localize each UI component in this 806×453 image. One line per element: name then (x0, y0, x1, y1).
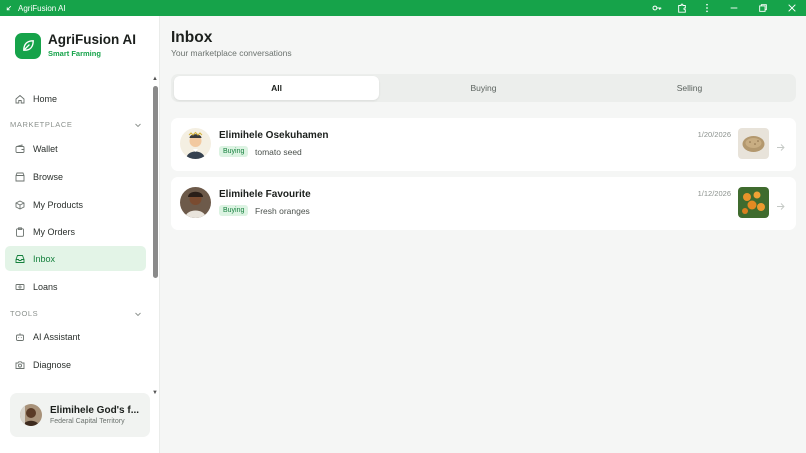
chevron-down-icon (134, 121, 142, 129)
scroll-thumb[interactable] (152, 86, 158, 278)
sidebar: AgriFusion AI Smart Farming Home MARKETP… (0, 16, 160, 453)
inbox-icon (15, 254, 25, 264)
section-heading: MARKETPLACE (10, 120, 73, 129)
section-marketplace[interactable]: MARKETPLACE (10, 120, 142, 129)
sidebar-item-inbox[interactable]: Inbox (5, 246, 146, 271)
avatar (180, 187, 211, 218)
product-name: tomato seed (255, 147, 302, 157)
sidebar-item-browse[interactable]: Browse (5, 164, 146, 189)
sidebar-item-loans[interactable]: Loans (5, 274, 146, 299)
page-subtitle: Your marketplace conversations (171, 48, 292, 58)
back-icon[interactable] (5, 4, 13, 13)
sidebar-item-my-products[interactable]: My Products (5, 192, 146, 217)
tab-selling[interactable]: Selling (587, 76, 792, 100)
sidebar-item-label: My Orders (33, 226, 76, 237)
sidebar-item-home[interactable]: Home (5, 86, 146, 111)
user-profile-card[interactable]: Elimihele God's f... Federal Capital Ter… (10, 393, 150, 437)
sidebar-item-label: Browse (33, 171, 64, 182)
minimize-icon[interactable] (719, 0, 748, 16)
brand[interactable]: AgriFusion AI Smart Farming (15, 32, 136, 59)
restore-icon[interactable] (748, 0, 777, 16)
sidebar-item-label: Home (33, 93, 58, 104)
sidebar-item-my-orders[interactable]: My Orders (5, 219, 146, 244)
sidebar-item-label: AI Assistant (33, 331, 81, 342)
title-bar: AgriFusion AI (0, 0, 806, 16)
conversation-item[interactable]: Elimihele Osekuhamen Buying tomato seed … (171, 118, 796, 171)
tab-bar: All Buying Selling (171, 74, 796, 102)
banknote-icon (15, 282, 25, 292)
sidebar-item-label: My Products (33, 199, 84, 210)
sidebar-item-ai-assistant[interactable]: AI Assistant (5, 324, 146, 349)
more-vertical-icon[interactable] (694, 0, 719, 16)
section-heading: TOOLS (10, 309, 39, 318)
camera-icon (15, 360, 25, 370)
conversation-item[interactable]: Elimihele Favourite Buying Fresh oranges… (171, 177, 796, 230)
contact-name: Elimihele Favourite (219, 189, 311, 200)
sidebar-item-label: Inbox (33, 253, 56, 264)
user-location: Federal Capital Territory (50, 418, 125, 425)
message-date: 1/20/2026 (697, 130, 731, 139)
sidebar-scrollbar[interactable]: ▲ ▼ (152, 76, 158, 396)
status-badge: Buying (219, 146, 249, 157)
main-content: Inbox Your marketplace conversations All… (161, 16, 806, 453)
wallet-icon (15, 143, 25, 154)
user-name: Elimihele God's f... (50, 405, 140, 416)
chevron-right-icon (776, 139, 785, 151)
page-title: Inbox (171, 29, 213, 46)
close-icon[interactable] (777, 0, 806, 16)
status-badge: Buying (219, 205, 249, 216)
message-date: 1/12/2026 (697, 189, 731, 198)
sidebar-item-label: Loans (33, 281, 58, 292)
sidebar-item-wallet[interactable]: Wallet (5, 136, 146, 161)
key-icon[interactable] (644, 0, 669, 16)
contact-name: Elimihele Osekuhamen (219, 130, 329, 141)
scroll-down-arrow-icon[interactable]: ▼ (152, 390, 158, 396)
sidebar-item-label: Wallet (33, 143, 58, 154)
product-thumbnail (738, 187, 769, 218)
product-name: Fresh oranges (255, 206, 310, 216)
product-thumbnail (738, 128, 769, 159)
extension-icon[interactable] (669, 0, 694, 16)
brand-tagline: Smart Farming (48, 49, 101, 58)
tab-buying[interactable]: Buying (381, 76, 586, 100)
package-icon (15, 199, 25, 210)
store-icon (15, 172, 25, 182)
sidebar-item-label: Diagnose (33, 359, 72, 370)
scroll-up-arrow-icon[interactable]: ▲ (152, 76, 158, 82)
sidebar-item-diagnose[interactable]: Diagnose (5, 352, 146, 377)
leaf-icon (15, 32, 41, 59)
window-title: AgriFusion AI (18, 3, 66, 13)
home-icon (15, 94, 25, 104)
brand-name: AgriFusion AI (48, 32, 136, 47)
bot-icon (15, 332, 25, 342)
avatar (20, 404, 42, 426)
nav-list: Home MARKETPLACE Wallet Browse My Produc… (0, 86, 150, 384)
clipboard-icon (15, 226, 25, 237)
avatar (180, 128, 211, 159)
tab-all[interactable]: All (174, 76, 379, 100)
chevron-down-icon (134, 310, 142, 318)
section-tools[interactable]: TOOLS (10, 309, 142, 318)
chevron-right-icon (776, 198, 785, 210)
